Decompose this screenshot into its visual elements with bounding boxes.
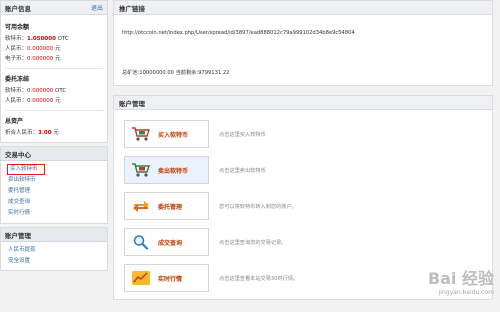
market-button[interactable]: 实时行情 (124, 264, 209, 292)
nav-item-orders[interactable]: 委托管理 (7, 186, 101, 197)
balance-value: 0.000000 (27, 46, 54, 52)
watermark: Bai 经验 jingyan.baidu.com (428, 265, 494, 296)
balance-value: 0.000000 (27, 98, 54, 104)
balance-label: 人民币： (5, 46, 28, 52)
buy-description: 点击这里买入软特币 (219, 131, 266, 138)
watermark-brand: Bai 经验 (427, 269, 494, 288)
balance-row-ecoin: 电子币：0.000000 元 (5, 54, 103, 64)
promo-card: 推广链接 http://otccoin.net/index.php/User/s… (113, 0, 493, 86)
account-mgmt-header: 账户管理 (1, 228, 107, 242)
total-assets-title: 总资产 (5, 118, 24, 125)
nav-item-withdraw[interactable]: 人民币提现 (7, 245, 101, 256)
cart-buy-icon (130, 125, 152, 143)
account-info-title: 账户信息 (5, 4, 31, 13)
total-assets-row: 折合人民币：3.00 元 (5, 128, 103, 138)
balance-label: 软特币： (5, 88, 28, 94)
balance-label: 人民币： (5, 98, 28, 104)
promo-body: http://otccoin.net/index.php/User/spread… (114, 15, 492, 85)
trade-center-nav: 买入软特币 卖出软特币 委托管理 成交查询 实时行情 (1, 161, 107, 223)
action-row-trades: 成交查询 点击这里查询您的交易记录。 (124, 224, 492, 260)
chart-icon (130, 269, 152, 287)
account-management-title: 账户管理 (114, 96, 492, 110)
nav-item-security[interactable]: 安全设置 (7, 256, 101, 267)
frozen-row-rmb: 人民币：0.000000 元 (5, 96, 103, 106)
total-unit: 元 (53, 130, 59, 136)
balance-unit: 元 (55, 98, 61, 104)
sell-button[interactable]: 卖出软特币 (124, 156, 209, 184)
trade-center-panel: 交易中心 买入软特币 卖出软特币 委托管理 成交查询 实时行情 (0, 146, 108, 224)
balance-label: 软特币： (5, 36, 28, 42)
sell-description: 点击这里卖出软特币 (219, 167, 266, 174)
balance-row-rmb: 人民币：0.000000 元 (5, 44, 103, 54)
balance-value: 0.000000 (27, 88, 54, 94)
balance-value: 0.000000 (27, 56, 54, 62)
buy-label: 买入软特币 (158, 131, 189, 139)
buy-button[interactable]: 买入软特币 (124, 120, 209, 148)
frozen-row-otc: 软特币：0.000000 OTC (5, 86, 103, 96)
balance-value: 1.050000 (27, 36, 56, 42)
total-label: 折合人民币： (5, 130, 39, 136)
promo-link-url[interactable]: http://otccoin.net/index.php/User/spread… (122, 30, 355, 36)
transfer-icon (130, 197, 152, 215)
market-label: 实时行情 (158, 275, 183, 283)
cart-sell-icon (130, 161, 152, 179)
sell-label: 卖出软特币 (158, 167, 189, 175)
promo-title: 推广链接 (114, 1, 492, 15)
available-balance-title: 可用余额 (5, 24, 30, 31)
main-content: 推广链接 http://otccoin.net/index.php/User/s… (113, 0, 493, 309)
watermark-domain: jingyan.baidu.com (438, 289, 494, 296)
account-info-body: 可用余额 软特币：1.050000 OTC 人民币：0.000000 元 电子币… (1, 15, 107, 142)
balance-unit: OTC (57, 36, 69, 42)
trade-center-header: 交易中心 (1, 147, 107, 161)
divider (5, 110, 103, 111)
logout-link[interactable]: 退出 (91, 3, 103, 12)
account-info-panel: 账户信息 退出 可用余额 软特币：1.050000 OTC 人民币：0.0000… (0, 0, 108, 143)
balance-label: 电子币： (5, 56, 28, 62)
nav-item-trades[interactable]: 成交查询 (7, 197, 101, 208)
account-mgmt-panel: 账户管理 人民币提现 安全设置 (0, 227, 108, 271)
trades-label: 成交查询 (158, 239, 183, 247)
trades-button[interactable]: 成交查询 (124, 228, 209, 256)
action-row-sell: 卖出软特币 点击这里卖出软特币 (124, 152, 492, 188)
trades-description: 点击这里查询您的交易记录。 (219, 239, 287, 246)
account-mgmt-nav: 人民币提现 安全设置 (1, 242, 107, 270)
balance-unit: OTC (55, 88, 67, 94)
account-info-header: 账户信息 退出 (1, 1, 107, 15)
orders-label: 委托管理 (158, 203, 183, 211)
magnifier-icon (130, 233, 152, 251)
market-description: 点击这里查看本站交易30时行情。 (219, 275, 299, 282)
divider (5, 68, 103, 69)
frozen-title: 委托冻结 (5, 76, 30, 83)
balance-unit: 元 (55, 46, 61, 52)
balance-unit: 元 (55, 56, 61, 62)
nav-item-buy[interactable]: 买入软特币 (7, 164, 45, 175)
nav-item-market[interactable]: 实时行情 (7, 208, 101, 219)
orders-description: 您可以将软特币转入到您的账户。 (219, 203, 297, 210)
pool-stats: 总矿池:10000000.00 当前剩余:9799131.22 (122, 70, 230, 76)
nav-item-sell[interactable]: 卖出软特币 (7, 175, 101, 186)
orders-button[interactable]: 委托管理 (124, 192, 209, 220)
sidebar: 账户信息 退出 可用余额 软特币：1.050000 OTC 人民币：0.0000… (0, 0, 108, 312)
total-value: 3.00 (38, 130, 52, 136)
balance-row-otc: 软特币：1.050000 OTC (5, 34, 103, 44)
action-row-buy: 买入软特币 点击这里买入软特币 (124, 116, 492, 152)
action-row-orders: 委托管理 您可以将软特币转入到您的账户。 (124, 188, 492, 224)
